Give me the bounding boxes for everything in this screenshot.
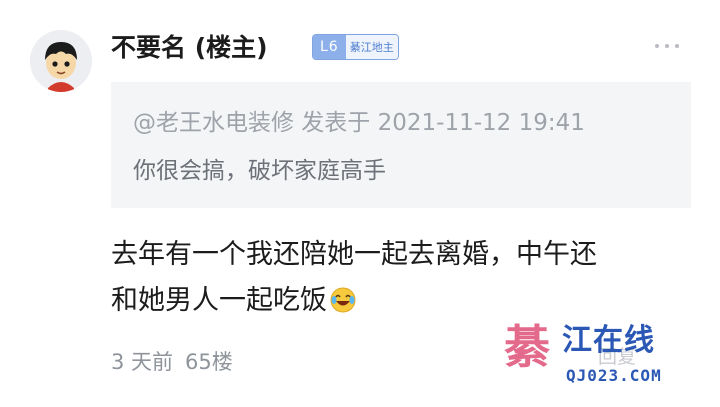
post-time: 3 天前 [111, 350, 174, 374]
watermark-name: 江在线 [562, 323, 655, 358]
reply-line-2: 和她男人一起吃饭 [111, 285, 327, 316]
reply-footer: 3 天前 65楼 [111, 346, 233, 376]
reply-content: 去年有一个我还陪她一起去离婚，中午还 和她男人一起吃饭 [111, 232, 696, 324]
watermark-domain: QJ023.COM [566, 366, 662, 385]
quote-text: 你很会搞，破坏家庭高手 [133, 158, 386, 184]
level-badge: L6 綦江地主 [312, 34, 399, 60]
laugh-cry-emoji-icon [330, 287, 356, 313]
quoted-reply: @老王水电装修 发表于 2021-11-12 19:41 你很会搞，破坏家庭高手 [111, 82, 691, 208]
author-name[interactable]: 不要名 (楼主) [111, 28, 268, 64]
floor-number: 65楼 [185, 350, 233, 374]
reply-line-1: 去年有一个我还陪她一起去离婚，中午还 [111, 239, 597, 270]
more-dots-icon[interactable] [655, 44, 679, 48]
level-number: L6 [313, 35, 346, 59]
avatar-cartoon-icon [30, 30, 92, 92]
site-watermark: 綦 江在线 QJ023.COM [504, 322, 704, 394]
watermark-char: 綦 [504, 320, 550, 374]
avatar[interactable] [30, 30, 92, 92]
level-title: 綦江地主 [345, 35, 398, 59]
reply-line-2-wrap: 和她男人一起吃饭 [111, 278, 696, 324]
quote-meta: @老王水电装修 发表于 2021-11-12 19:41 [133, 110, 585, 136]
